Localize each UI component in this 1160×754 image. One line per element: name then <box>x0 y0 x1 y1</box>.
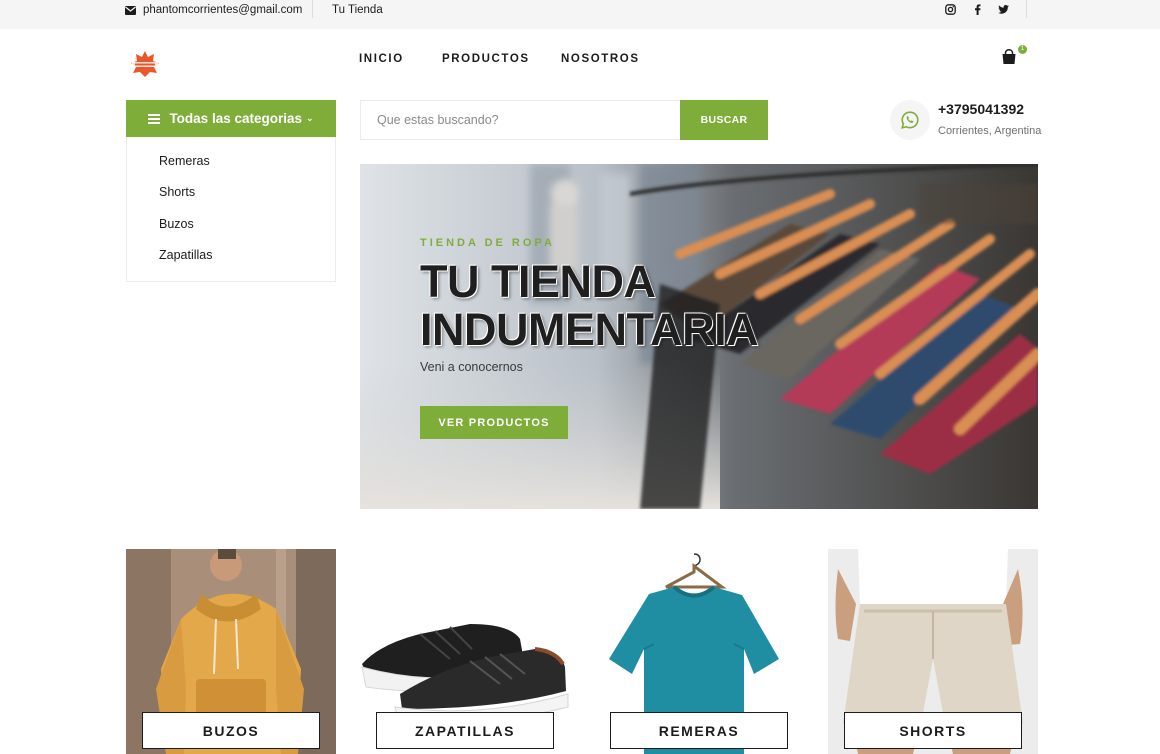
search-button[interactable]: BUSCAR <box>680 100 768 140</box>
category-item-zapatillas[interactable]: Zapatillas <box>159 248 213 262</box>
category-item-shorts[interactable]: Shorts <box>159 185 195 199</box>
location-text: Corrientes, Argentina <box>938 125 1042 137</box>
search-input[interactable]: Que estas buscando? <box>360 100 680 140</box>
view-products-button[interactable]: VER PRODUCTOS <box>420 406 568 439</box>
hero-title-line2: INDUMENTARIA <box>420 304 759 355</box>
phone-number[interactable]: +3795041392 <box>938 101 1024 117</box>
category-item-buzos[interactable]: Buzos <box>159 217 194 231</box>
category-item-remeras[interactable]: Remeras <box>159 154 210 168</box>
top-bar: phantomcorrientes@gmail.com Tu Tienda <box>0 0 1160 29</box>
divider <box>312 0 313 18</box>
facebook-icon[interactable] <box>970 2 984 16</box>
category-card-buzos[interactable]: BUZOS <box>126 549 336 754</box>
categories-title: Todas las categorias <box>169 111 302 126</box>
email-contact[interactable]: phantomcorrientes@gmail.com <box>125 0 302 20</box>
category-card-shorts[interactable]: SHORTS <box>828 549 1038 754</box>
category-list: Remeras Shorts Buzos Zapatillas <box>126 137 336 282</box>
nav-nosotros[interactable]: NOSOTROS <box>561 53 640 65</box>
category-card-remeras[interactable]: REMERAS <box>594 549 804 754</box>
hero-tag: TIENDA DE ROPA <box>420 237 555 249</box>
divider <box>1026 0 1027 18</box>
shopping-bag-icon <box>1002 49 1016 64</box>
category-card-label[interactable]: BUZOS <box>142 712 320 749</box>
whatsapp-button[interactable] <box>890 100 930 140</box>
nav-productos[interactable]: PRODUCTOS <box>442 53 530 65</box>
whatsapp-icon <box>901 111 919 129</box>
category-card-zapatillas[interactable]: ZAPATILLAS <box>360 549 570 754</box>
instagram-icon[interactable] <box>943 2 957 16</box>
all-categories-toggle[interactable]: Todas las categorias ⌄ <box>126 100 336 137</box>
email-text: phantomcorrientes@gmail.com <box>143 4 303 16</box>
twitter-icon[interactable] <box>996 2 1010 16</box>
category-card-label[interactable]: ZAPATILLAS <box>376 712 554 749</box>
store-link[interactable]: Tu Tienda <box>332 0 383 20</box>
chevron-down-icon: ⌄ <box>306 113 314 123</box>
category-card-label[interactable]: SHORTS <box>844 712 1022 749</box>
envelope-icon <box>125 5 136 15</box>
hamburger-icon <box>148 112 161 126</box>
nav-inicio[interactable]: INICIO <box>359 53 404 65</box>
cart-button[interactable]: 1 <box>1001 45 1029 67</box>
phantom-logo[interactable] <box>130 50 160 78</box>
hero-subtitle: Veni a conocernos <box>420 360 523 374</box>
cart-count-badge: 1 <box>1018 45 1027 54</box>
category-card-label[interactable]: REMERAS <box>610 712 788 749</box>
hero-title-line1: TU TIENDA <box>420 256 656 307</box>
hero-title: TU TIENDA INDUMENTARIA <box>420 256 759 355</box>
hero-banner: TIENDA DE ROPA TU TIENDA INDUMENTARIA Ve… <box>360 164 1038 509</box>
